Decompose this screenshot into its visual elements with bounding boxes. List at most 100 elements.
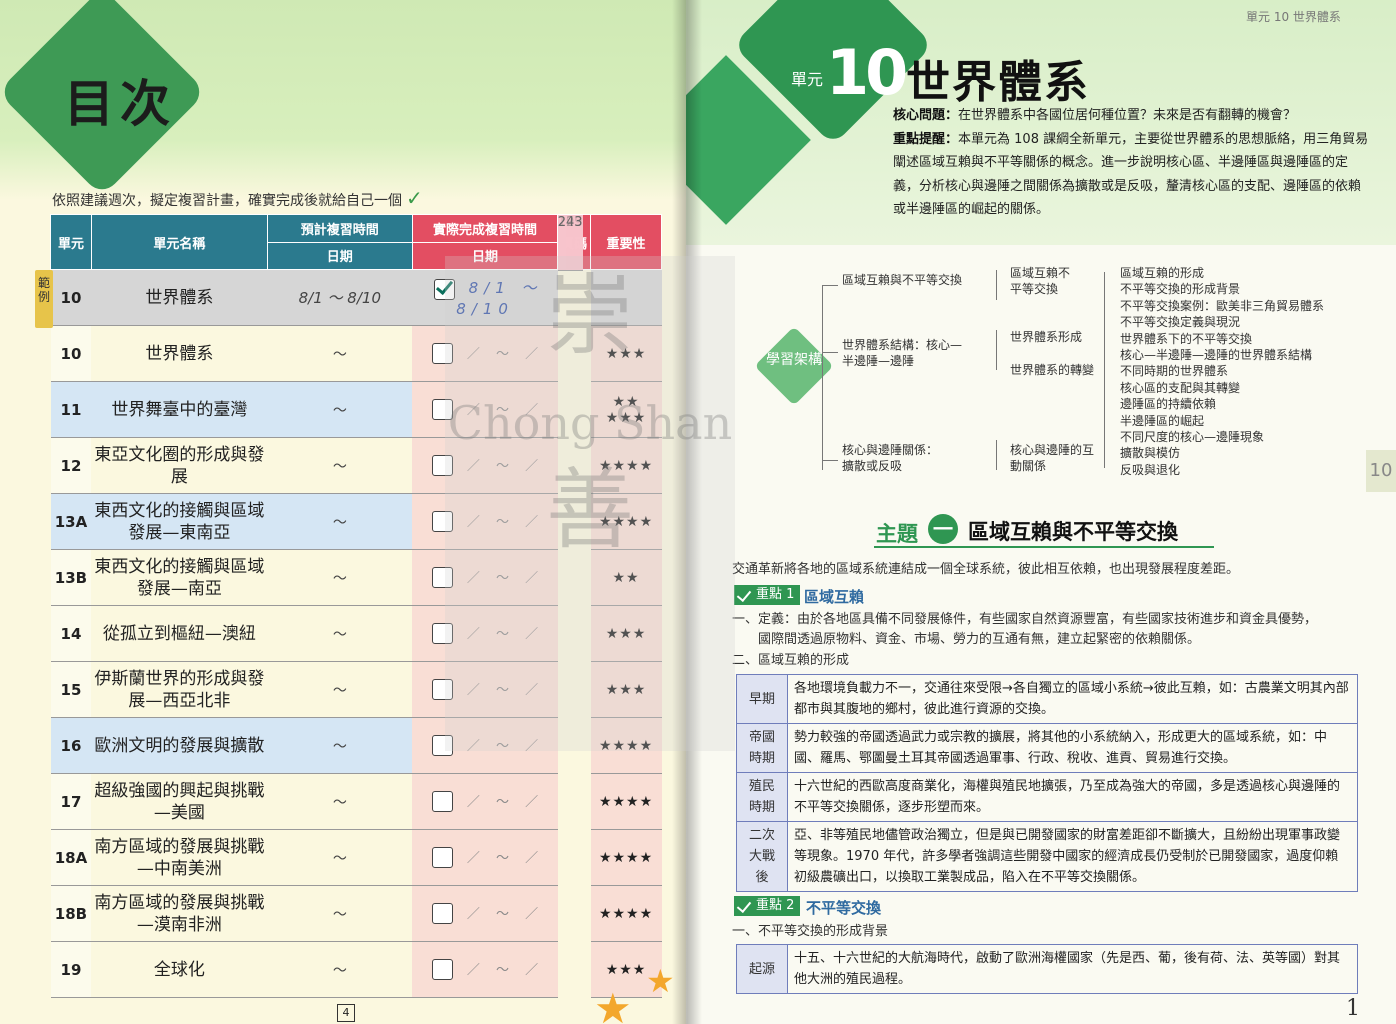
learning-structure-label: 學習架構 (766, 352, 822, 368)
info-description: 各地環境負載力不一，交通往來受限→各自獨立的區域小系統→彼此互賴，如：古農業文明… (787, 674, 1358, 724)
toc-unit-name: 超級強國的興起與挑戰—美國 (91, 773, 268, 830)
unequal-exchange-table: 起源 十五、十六世紀的大航海時代，啟動了歐洲海權國家（先是西、葡，後有荷、法、英等… (736, 944, 1358, 994)
toc-actual-cell: ／ ～ ／ (412, 885, 558, 942)
toc-importance-stars: ★★★★ (590, 773, 662, 830)
toc-actual-cell: ／ ～ ／ (412, 829, 558, 886)
info-period: 早期 (736, 674, 788, 724)
unit-edge-tab: 10 (1366, 450, 1396, 492)
header-unit: 單元 (50, 214, 92, 270)
toc-planned-date: ～ (267, 381, 413, 438)
completion-checkbox[interactable] (431, 791, 453, 813)
header-actual: 實際完成複習時間 (411, 214, 559, 243)
toc-unit: 11 (50, 381, 92, 438)
toc-unit: 18A (50, 829, 92, 886)
toc-importance-stars: ★★★★ (590, 885, 662, 942)
key-point-2-badge: 重點 2 (734, 896, 801, 916)
toc-unit: 12 (50, 437, 92, 494)
definition-line-1: 一、定義：由於各地區具備不同發展條件，有些國家自然資源豐富，有些國家技術進步和資… (732, 612, 1318, 627)
theme-heading: 主題 一 區域互賴與不平等交換 (874, 512, 1214, 548)
mindmap-leaf: 半邊陲區的崛起 (1120, 413, 1205, 428)
toc-planned-date: ～ (267, 885, 413, 942)
toc-unit-name: 世界體系 (91, 325, 268, 382)
completion-checkbox[interactable] (431, 847, 453, 869)
toc-unit-name: 伊斯蘭世界的形成與發展—西亞北非 (91, 661, 268, 718)
mindmap-level2-a: 區域互賴不平等交換 (1010, 266, 1071, 296)
watermark-english: Chong Shan (447, 396, 733, 450)
toc-unit: 10 (50, 325, 92, 382)
toc-planned-date: ～ (267, 773, 413, 830)
toc-unit-name: 南方區域的發展與挑戰—漠南非洲 (91, 885, 268, 942)
completion-checkbox[interactable] (431, 903, 453, 925)
toc-planned-date: ～ (267, 661, 413, 718)
info-row: 帝國時期 勢力較強的帝國透過武力或宗教的擴展，將其他的小系統納入，形成更大的區域系… (736, 723, 1358, 773)
definition-line-2: 國際間透過原物料、資金、市場、勞力的互通有無，建立起緊密的依賴關係。 (758, 632, 1201, 647)
theme-label: 主題 (876, 522, 918, 546)
mindmap-leaf: 區域互賴的形成 (1120, 266, 1205, 280)
toc-actual-date: ／ ～ ／ (466, 962, 545, 978)
info-period: 殖民時期 (736, 772, 788, 822)
toc-actual-date: ／ ～ ／ (466, 794, 545, 810)
toc-unit: 17 (50, 773, 92, 830)
unit-number: 10 (826, 36, 908, 109)
toc-importance-stars: ★★★★ (590, 829, 662, 886)
star-decoration-icon: ★ (594, 984, 632, 1024)
key-point-1-badge: 重點 1 (734, 585, 801, 605)
regional-interdependence-table: 早期 各地環境負載力不一，交通往來受限→各自獨立的區域小系統→彼此互賴，如：古農業… (736, 674, 1358, 892)
mindmap-leaf: 核心區的支配與其轉變 (1120, 380, 1241, 395)
info-description: 十五、十六世紀的大航海時代，啟動了歐洲海權國家（先是西、葡，後有荷、法、英等國）… (787, 944, 1358, 994)
key-point-1-title: 區域互賴 (804, 588, 865, 606)
toc-actual-date: ／ ～ ／ (466, 850, 545, 866)
mindmap-level2-c: 世界體系的轉變 (1010, 363, 1095, 377)
toc-unit: 13A (50, 493, 92, 550)
info-period: 二次大戰後 (736, 821, 788, 892)
mindmap-leaf: 反吸與退化 (1120, 462, 1181, 477)
mindmap-leaf: 不同時期的世界體系 (1120, 364, 1229, 379)
mindmap-level2-b: 世界體系形成 (1010, 330, 1083, 344)
toc-actual-date: ／ ～ ／ (466, 906, 545, 922)
publisher-watermark: 崇 Chong Shan 善 (445, 256, 735, 751)
key-reminder: 重點提醒：本單元為 108 課綱全新單元，主要從世界體系的思想脈絡，用三角貿易闡… (893, 128, 1373, 222)
toc-unit: 18B (50, 885, 92, 942)
key-reminder-text: 本單元為 108 課綱全新單元，主要從世界體系的思想脈絡，用三角貿易闡述區域互賴… (893, 131, 1369, 218)
mindmap-leaf: 不同尺度的核心—邊陲現象 (1120, 430, 1265, 444)
toc-planned-date: ～ (267, 829, 413, 886)
toc-row: 19 全球化～／ ～ ／ 243 ★★★ (50, 214, 662, 998)
watermark-char-top: 崇 (545, 264, 634, 367)
toc-row: 17超級強國的興起與挑戰—美國～／ ～ ／175★★★★ (50, 214, 662, 830)
toc-unit-name: 世界舞臺中的臺灣 (91, 381, 268, 438)
core-question: 核心問題：在世界體系中各國位居何種位置？未來是否有翻轉的機會？ (893, 104, 1373, 128)
core-question-label: 核心問題： (893, 108, 959, 123)
theme-number: 一 (928, 514, 958, 544)
header-name: 單元名稱 (90, 214, 268, 270)
mindmap-leaf: 世界體系下的不平等交換 (1120, 331, 1253, 346)
key-reminder-label: 重點提醒： (893, 131, 959, 147)
mindmap-leaf: 核心—半邊陲—邊陲的世界體系結構 (1120, 348, 1313, 362)
completion-checkbox[interactable] (431, 959, 453, 981)
toc-planned-date: ～ (267, 493, 413, 550)
info-description: 十六世紀的西歐高度商業化，海權與殖民地擴張，乃至成為強大的帝國，多是透過核心與邊… (787, 772, 1358, 822)
watermark-char-bottom: 善 (545, 458, 634, 561)
mindmap-leaf: 擴散與模仿 (1120, 446, 1181, 461)
toc-planned-date: ～ (267, 549, 413, 606)
page-number-right: 1 (1346, 996, 1360, 1021)
mindmap-level1-c: 核心與邊陲關係：擴散或反吸 (842, 443, 939, 473)
header-plan: 預計複習時間 (266, 214, 413, 243)
theme-title: 區域互賴與不平等交換 (968, 520, 1178, 544)
toc-planned-date: ～ (267, 437, 413, 494)
header-plan-date: 日期 (266, 241, 413, 270)
info-description: 勢力較強的帝國透過武力或宗教的擴展，將其他的小系統納入，形成更大的區域系統，如：… (787, 723, 1358, 773)
info-row: 起源 十五、十六世紀的大航海時代，啟動了歐洲海權國家（先是西、葡，後有荷、法、英等… (736, 944, 1358, 994)
toc-unit-name: 東西文化的接觸與區域發展—東南亞 (91, 493, 268, 550)
toc-actual-cell: ／ ～ ／ (412, 941, 558, 998)
toc-unit: 15 (50, 661, 92, 718)
info-period: 起源 (736, 944, 788, 994)
mindmap-leaf: 不平等交換的形成背景 (1120, 282, 1241, 297)
mindmap-leaf: 不平等交換定義與現況 (1120, 315, 1241, 330)
star-decoration-icon-small: ★ (646, 962, 675, 1000)
mindmap-leaf: 邊陲區的持續依賴 (1120, 397, 1217, 412)
sample-tag: 範例 (35, 270, 53, 328)
toc-unit: 13B (50, 549, 92, 606)
core-section: 核心問題：在世界體系中各國位居何種位置？未來是否有翻轉的機會？ 重點提醒：本單元… (893, 104, 1373, 222)
toc-planned-date: ～ (267, 605, 413, 662)
check-icon: ✓ (406, 186, 423, 210)
